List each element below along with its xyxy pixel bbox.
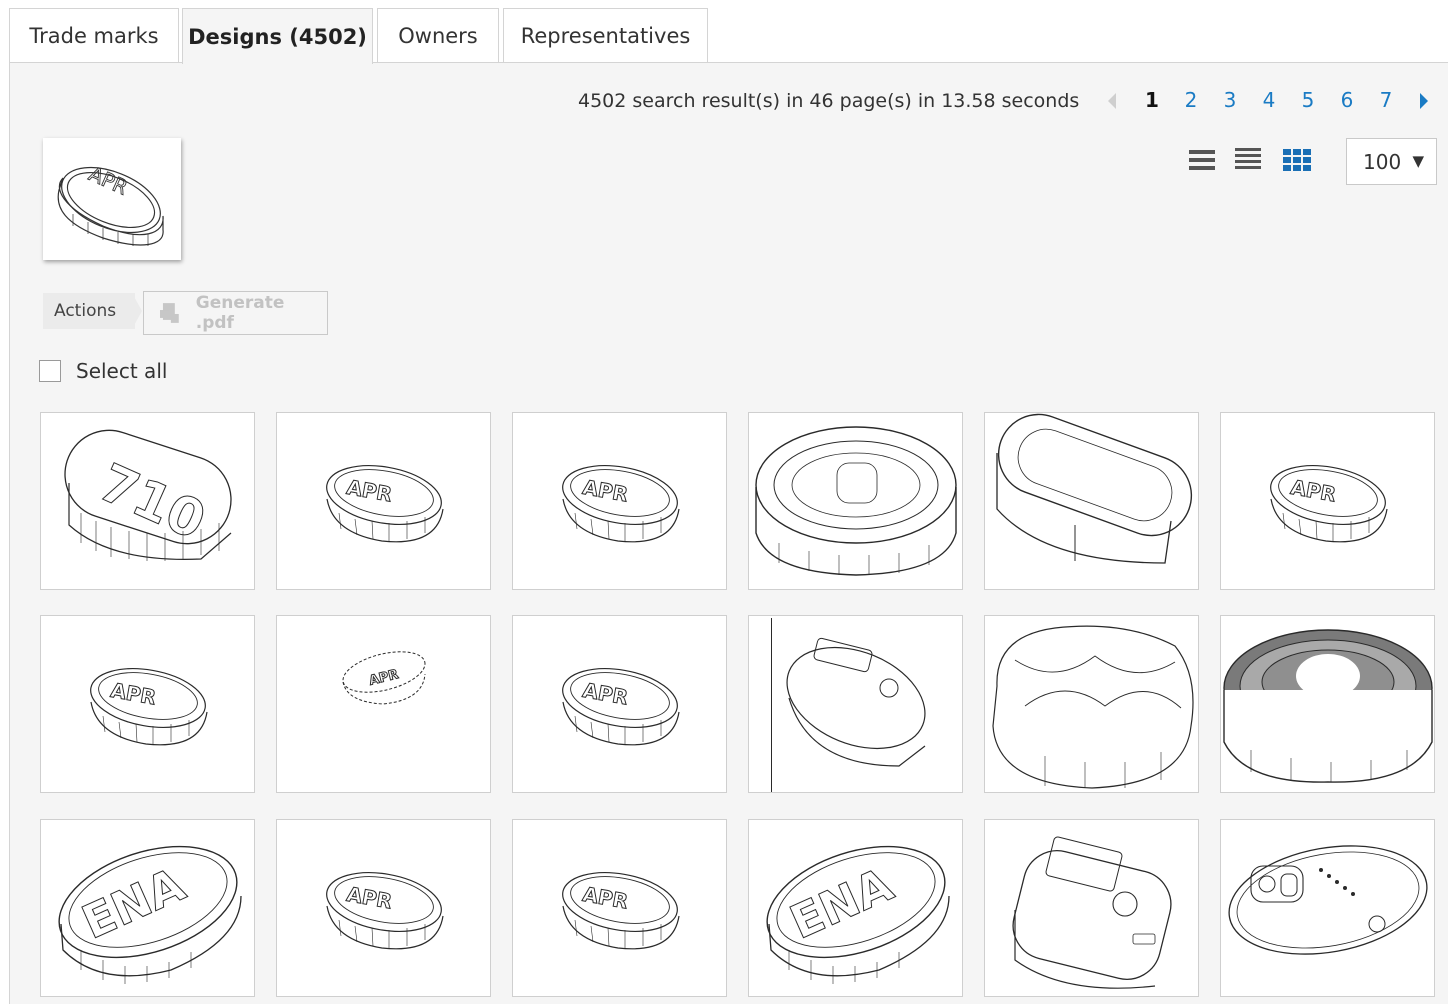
design-drawing: APR: [326, 465, 444, 543]
design-engraving-text: APR: [345, 882, 394, 914]
pagination: 1 2 3 4 5 6 7: [1100, 88, 1440, 118]
result-card[interactable]: APR: [1220, 412, 1435, 590]
generate-pdf-label: Generate .pdf: [195, 293, 285, 333]
result-card[interactable]: [1220, 819, 1435, 997]
result-card[interactable]: [1220, 615, 1435, 793]
result-card[interactable]: [748, 615, 963, 793]
design-engraving-text: APR: [581, 475, 630, 507]
tab-designs[interactable]: Designs (4502): [182, 8, 373, 64]
pdf-file-icon: [160, 303, 179, 323]
result-card[interactable]: APR: [512, 615, 727, 793]
page-link-1[interactable]: 1: [1138, 88, 1166, 112]
design-drawing: [996, 413, 1193, 564]
result-card[interactable]: APR: [40, 615, 255, 793]
design-engraving-text: APR: [109, 678, 158, 710]
result-card[interactable]: [984, 819, 1199, 997]
design-engraving-text: ENA: [782, 857, 901, 949]
result-card[interactable]: [748, 412, 963, 590]
select-all-row: Select all: [39, 358, 167, 384]
page-link-5[interactable]: 5: [1294, 88, 1322, 112]
results-per-page-select[interactable]: 100 ▼: [1346, 138, 1437, 185]
design-drawing: [771, 618, 926, 792]
design-drawing: 710: [64, 429, 232, 561]
design-engraving-text: APR: [581, 882, 630, 914]
select-all-label[interactable]: Select all: [76, 359, 167, 383]
design-drawing: APR: [342, 651, 426, 705]
grid-view-icon[interactable]: [1283, 148, 1311, 172]
page-link-7[interactable]: 7: [1372, 88, 1400, 112]
query-image-thumbnail: APR: [43, 138, 181, 260]
actions-arrow: [132, 293, 142, 329]
result-card[interactable]: 710: [40, 412, 255, 590]
design-drawing: ENA: [766, 845, 950, 984]
page-link-4[interactable]: 4: [1255, 88, 1283, 112]
design-engraving-text: APR: [1289, 475, 1338, 507]
design-drawing: APR: [562, 465, 680, 543]
design-engraving-text: APR: [581, 678, 630, 710]
result-card[interactable]: [984, 615, 1199, 793]
design-drawing: [1223, 629, 1433, 783]
page-link-3[interactable]: 3: [1216, 88, 1244, 112]
design-drawing: [1228, 845, 1428, 955]
previous-page-icon[interactable]: [1108, 93, 1116, 109]
per-page-value: 100: [1363, 149, 1402, 174]
svg-text:APR: APR: [85, 161, 131, 199]
design-engraving-text: 710: [90, 453, 214, 552]
next-page-icon[interactable]: [1420, 93, 1428, 109]
result-card[interactable]: [984, 412, 1199, 590]
select-all-checkbox[interactable]: [39, 360, 61, 382]
design-drawing: APR: [562, 872, 680, 950]
design-engraving-text: APR: [368, 667, 400, 689]
page-link-6[interactable]: 6: [1333, 88, 1361, 112]
list-view-icon[interactable]: [1189, 148, 1215, 172]
result-card[interactable]: ENA: [748, 819, 963, 997]
design-drawing: APR: [1270, 465, 1388, 543]
query-tablet-drawing: APR: [57, 161, 164, 246]
compact-list-view-icon[interactable]: [1235, 148, 1261, 172]
result-card[interactable]: APR: [276, 615, 491, 793]
chevron-down-icon: ▼: [1412, 152, 1424, 170]
page-link-2[interactable]: 2: [1177, 88, 1205, 112]
tab-representatives[interactable]: Representatives: [503, 8, 708, 63]
design-drawing: APR: [562, 668, 680, 746]
design-drawing: [1012, 836, 1172, 989]
actions-label: Actions: [43, 293, 135, 329]
tab-trade-marks[interactable]: Trade marks: [9, 8, 179, 63]
design-drawing: [992, 625, 1194, 789]
result-card[interactable]: APR: [276, 412, 491, 590]
design-drawing: APR: [326, 872, 444, 950]
design-engraving-text: ENA: [74, 857, 193, 949]
design-drawing: APR: [90, 668, 208, 746]
result-card[interactable]: APR: [512, 412, 727, 590]
tab-owners[interactable]: Owners: [377, 8, 499, 63]
result-card[interactable]: APR: [276, 819, 491, 997]
results-summary: 4502 search result(s) in 46 page(s) in 1…: [578, 90, 1080, 112]
generate-pdf-button[interactable]: Generate .pdf: [143, 291, 328, 335]
tab-bar: Trade marks Designs (4502) Owners Repres…: [0, 0, 1448, 64]
result-card[interactable]: ENA: [40, 819, 255, 997]
design-drawing: ENA: [58, 845, 242, 984]
design-engraving-text: APR: [345, 475, 394, 507]
result-card[interactable]: APR: [512, 819, 727, 997]
design-drawing: [755, 426, 957, 576]
